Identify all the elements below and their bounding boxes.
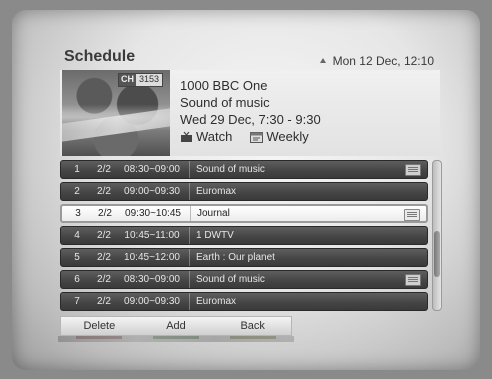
scrollbar-thumb[interactable] — [434, 231, 440, 277]
schedule-list: 1 2/2 08:30~09:00 Sound of music 2 2/2 0… — [60, 160, 428, 314]
schedule-scrollbar[interactable] — [432, 160, 442, 311]
channel-badge: CH 3153 — [118, 73, 164, 87]
schedule-row-5[interactable]: 5 2/2 10:45~12:00 Earth : Our planet — [60, 248, 428, 267]
page-title: Schedule — [64, 48, 136, 65]
schedule-row-4[interactable]: 4 2/2 10:45~11:00 1 DWTV — [60, 226, 428, 245]
add-button[interactable]: Add — [138, 317, 215, 339]
weekly-icon — [405, 274, 421, 286]
tv-icon — [181, 131, 192, 142]
clock-icon — [319, 58, 326, 63]
program-title: Sound of music — [180, 95, 270, 110]
program-time: Wed 29 Dec, 7:30 - 9:30 — [180, 112, 321, 127]
program-thumbnail: CH 3153 — [62, 70, 170, 156]
schedule-row-1[interactable]: 1 2/2 08:30~09:00 Sound of music — [60, 160, 428, 179]
weekly-action[interactable]: Weekly — [250, 128, 309, 145]
channel-name: 1000 BBC One — [180, 78, 268, 93]
key-color-strip — [58, 336, 294, 342]
function-key-bar: Delete Add Back — [60, 316, 292, 339]
weekly-icon — [405, 164, 421, 176]
schedule-row-2[interactable]: 2 2/2 09:00~09:30 Euromax — [60, 182, 428, 201]
back-button[interactable]: Back — [214, 317, 291, 339]
schedule-row-7[interactable]: 7 2/2 09:00~09:30 Euromax — [60, 292, 428, 311]
watch-action[interactable]: Watch — [180, 128, 232, 145]
schedule-row-6[interactable]: 6 2/2 08:30~09:00 Sound of music — [60, 270, 428, 289]
delete-button[interactable]: Delete — [61, 317, 138, 339]
schedule-row-3-selected[interactable]: 3 2/2 09:30~10:45 Journal — [60, 204, 428, 223]
program-info-panel: CH 3153 1000 BBC One Sound of music Wed … — [60, 70, 440, 156]
datetime-text: Mon 12 Dec, 12:10 — [332, 54, 434, 68]
weekly-icon — [404, 209, 420, 221]
calendar-icon — [250, 131, 264, 143]
clock: Mon 12 Dec, 12:10 — [318, 54, 434, 68]
